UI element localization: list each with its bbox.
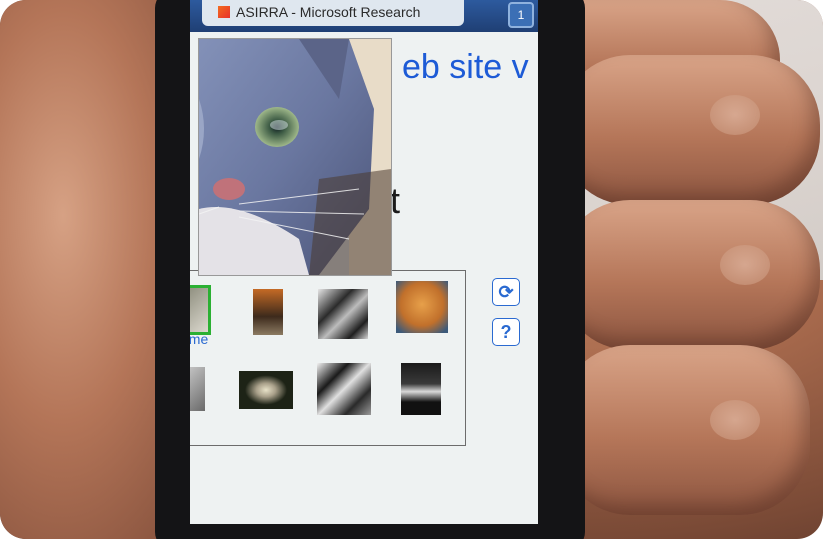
captcha-image-5[interactable] — [190, 367, 205, 411]
enlarged-cat-image — [198, 38, 392, 276]
tab-count-button[interactable]: 1 — [508, 2, 534, 28]
captcha-image-6[interactable] — [239, 371, 293, 409]
browser-tab-bar: ASIRRA - Microsoft Research 1 — [190, 0, 538, 32]
finger-index — [560, 55, 820, 205]
phone-screen: ASIRRA - Microsoft Research 1 eb site v … — [190, 0, 538, 524]
favicon-icon — [218, 6, 230, 18]
help-button[interactable]: ? — [492, 318, 520, 346]
cat-photo — [199, 39, 391, 275]
page-heading-fragment: eb site v — [402, 48, 529, 86]
captcha-image-7[interactable] — [317, 363, 371, 415]
finger-middle — [560, 200, 820, 350]
captcha-image-2[interactable] — [253, 289, 283, 335]
captcha-grid: t me — [190, 270, 466, 446]
refresh-icon: ⟳ — [498, 281, 514, 302]
tab-title: ASIRRA - Microsoft Research — [236, 4, 421, 20]
captcha-image-1[interactable] — [190, 285, 211, 335]
photo-background: ASIRRA - Microsoft Research 1 eb site v … — [0, 0, 823, 539]
browser-tab[interactable]: ASIRRA - Microsoft Research — [202, 0, 464, 26]
captcha-image-3[interactable] — [318, 289, 368, 339]
captcha-image-8[interactable] — [401, 363, 441, 415]
adopt-me-link[interactable]: t me — [190, 331, 208, 347]
help-icon: ? — [500, 321, 512, 342]
refresh-button[interactable]: ⟳ — [492, 278, 520, 306]
finger-ring — [560, 345, 810, 515]
captcha-image-4[interactable] — [396, 281, 448, 333]
